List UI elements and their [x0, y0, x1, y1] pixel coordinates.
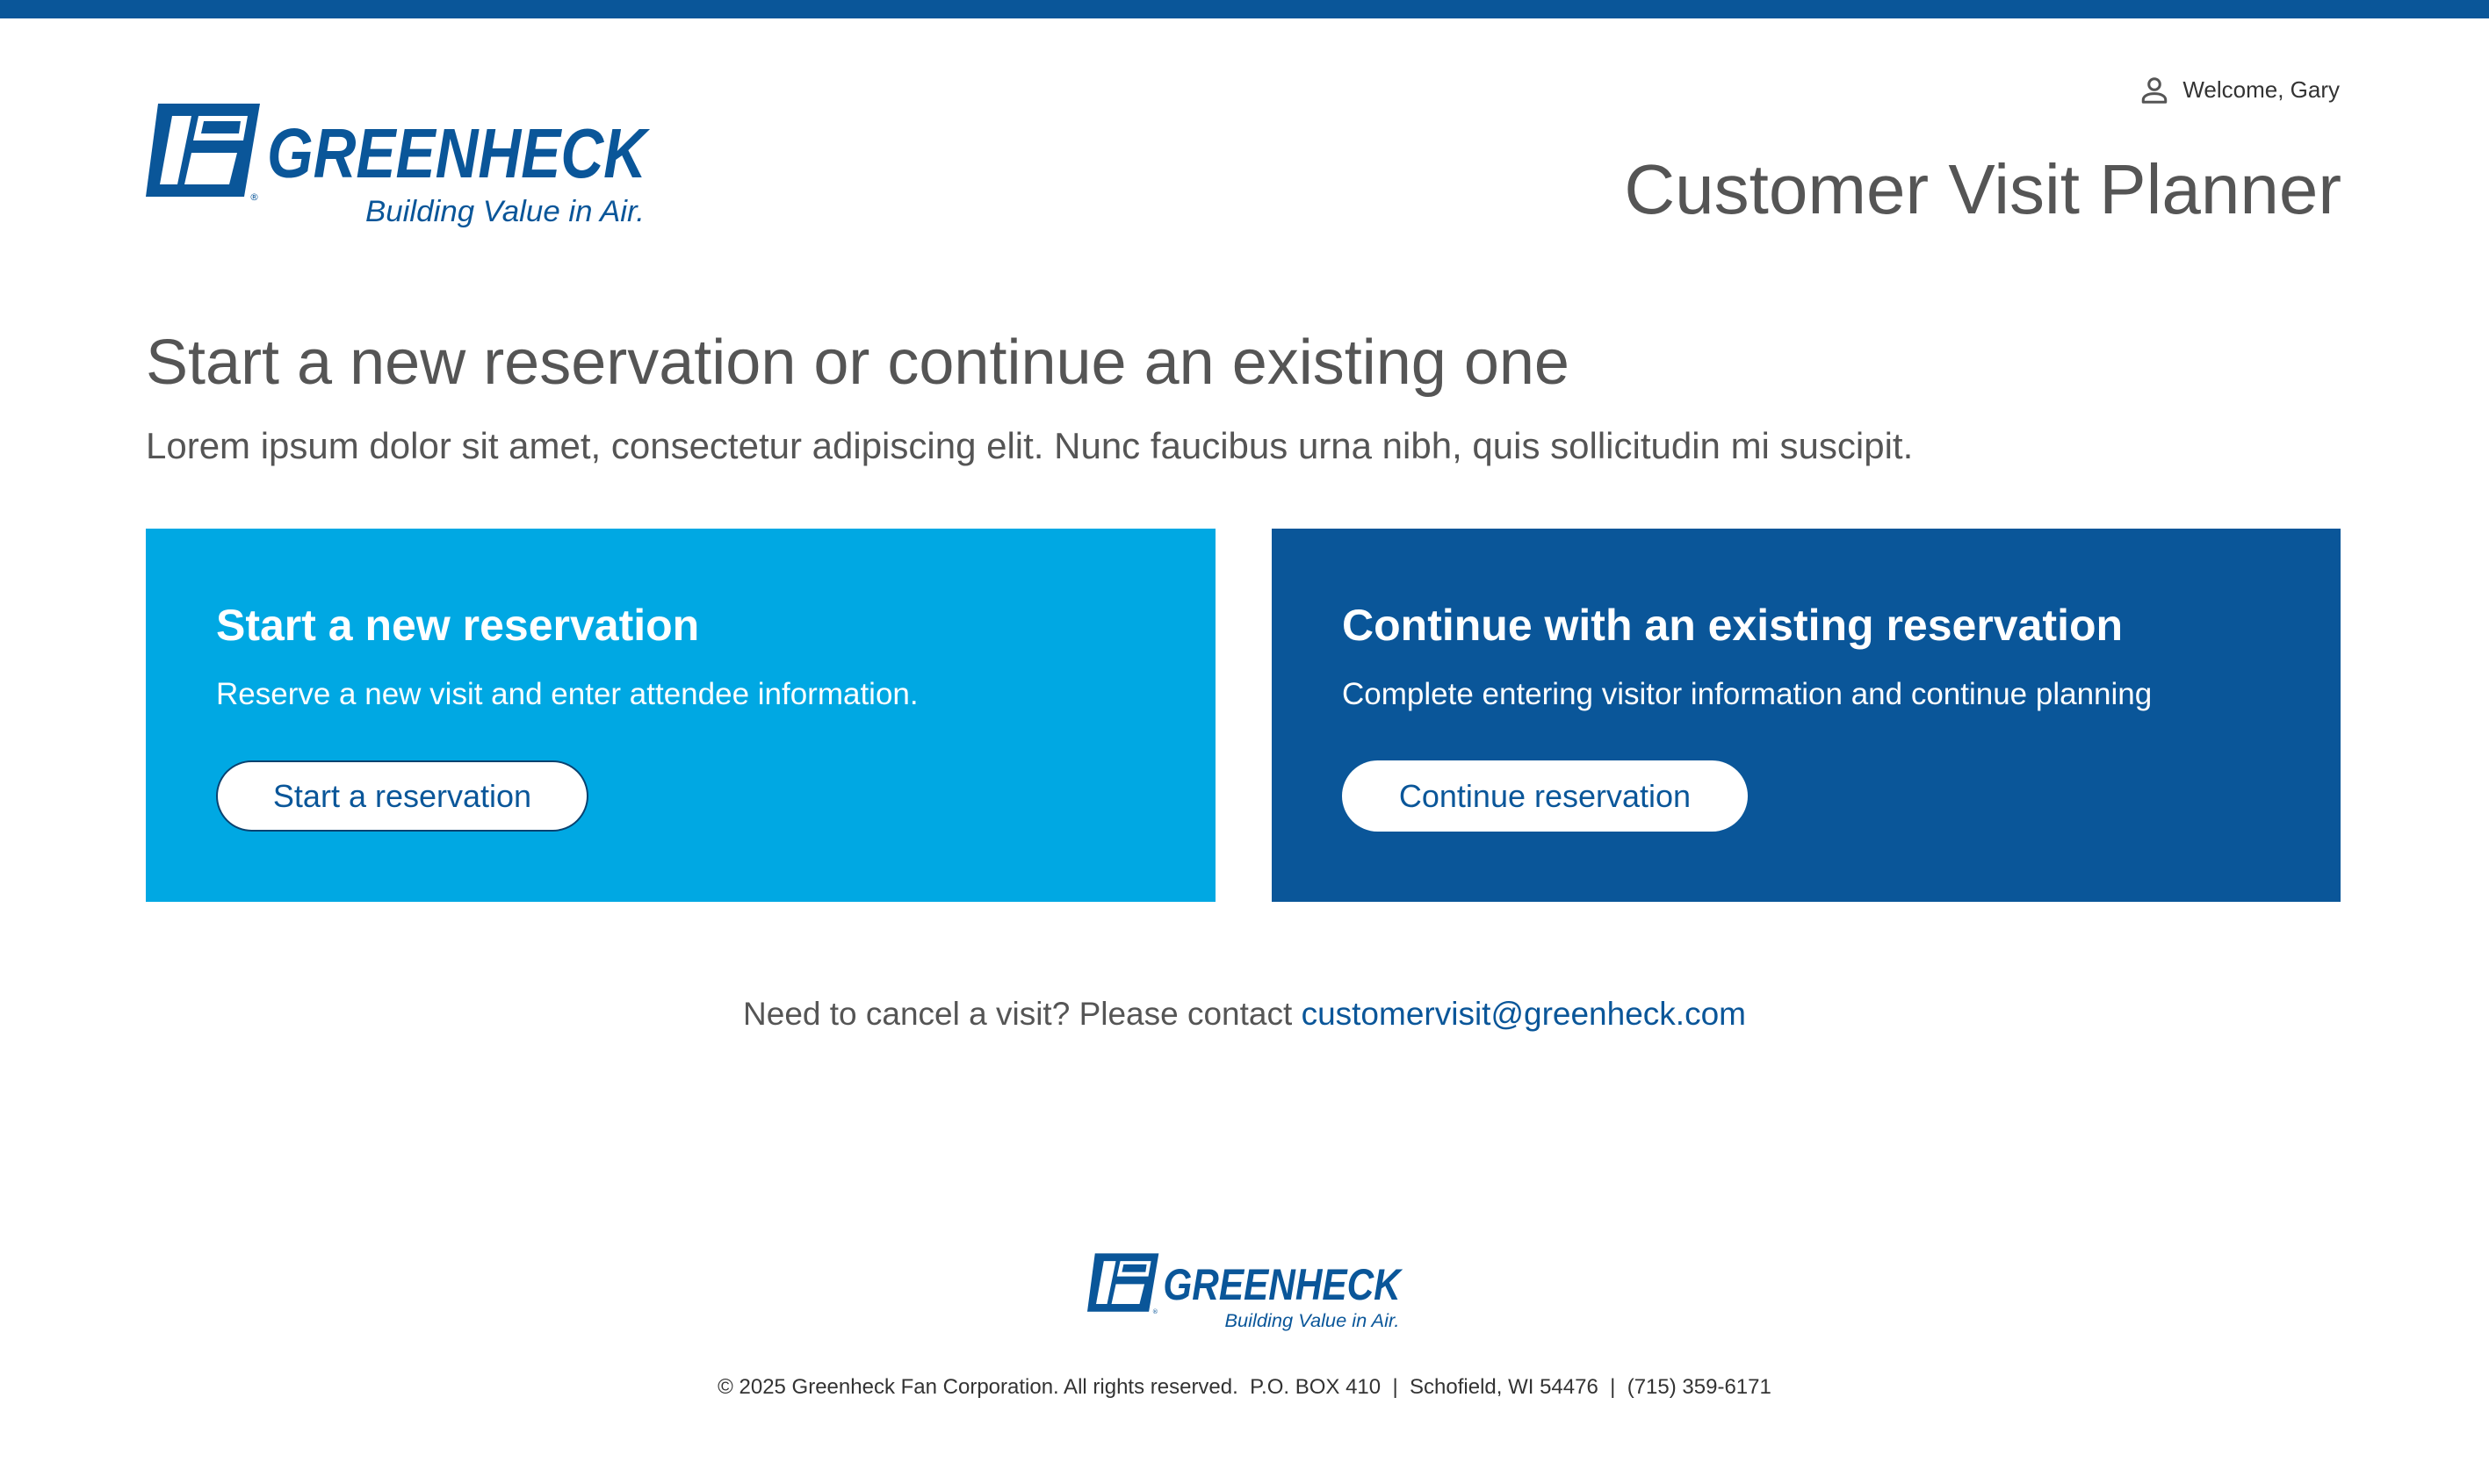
footer-greenheck-logo[interactable]: ® GREENHECK Building Value in Air. — [1087, 1252, 1406, 1332]
footer-copyright: © 2025 Greenheck Fan Corporation. All ri… — [718, 1375, 1771, 1399]
greenheck-logo[interactable]: ® GREENHECK Building Value in Air. — [146, 102, 655, 229]
footer-logo-wordmark: GREENHECK — [1163, 1260, 1403, 1309]
app-title: Customer Visit Planner — [1624, 150, 2341, 228]
existing-reservation-title: Continue with an existing reservation — [1342, 601, 2124, 650]
welcome-text: Welcome, Gary — [2182, 76, 2340, 103]
logo-registered-mark: ® — [249, 191, 259, 203]
cancel-visit-notice: Need to cancel a visit? Please contact c… — [0, 996, 2489, 1033]
footer-logo-mark-icon — [1087, 1253, 1159, 1312]
logo-wordmark: GREENHECK — [267, 114, 650, 192]
user-icon — [2142, 77, 2168, 104]
contact-email-link[interactable]: customervisit@greenheck.com — [1302, 996, 1746, 1032]
footer-logo-tagline: Building Value in Air. — [1224, 1310, 1399, 1331]
page-intro-text: Lorem ipsum dolor sit amet, consectetur … — [146, 425, 1914, 466]
existing-reservation-description: Complete entering visitor information an… — [1342, 677, 2153, 711]
logo-mark-icon — [146, 104, 260, 197]
new-reservation-card: Start a new reservation Reserve a new vi… — [146, 529, 1216, 902]
new-reservation-title: Start a new reservation — [216, 601, 700, 650]
logo-tagline: Building Value in Air. — [365, 195, 645, 228]
cancel-visit-text: Need to cancel a visit? Please contact — [743, 996, 1302, 1032]
footer-logo-registered-mark: ® — [1152, 1308, 1158, 1315]
start-reservation-button[interactable]: Start a reservation — [216, 760, 588, 832]
existing-reservation-card: Continue with an existing reservation Co… — [1272, 529, 2341, 902]
page-heading: Start a new reservation or continue an e… — [146, 328, 1569, 398]
top-accent-bar — [0, 0, 2489, 18]
continue-reservation-button[interactable]: Continue reservation — [1342, 760, 1748, 832]
new-reservation-description: Reserve a new visit and enter attendee i… — [216, 677, 919, 711]
user-menu[interactable]: Welcome, Gary — [2139, 74, 2340, 105]
